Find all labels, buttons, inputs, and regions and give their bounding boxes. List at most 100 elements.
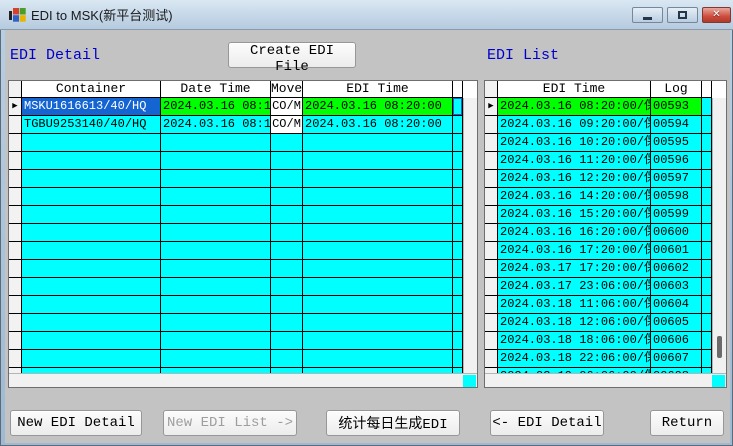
grid-cell[interactable] [161,188,271,206]
table-row[interactable]: 2024.03.18 11:06:00/保00604 [485,296,726,314]
grid-cell[interactable] [271,242,303,260]
table-row[interactable] [9,188,477,206]
grid-cell[interactable] [271,332,303,350]
grid-cell[interactable] [161,260,271,278]
table-row[interactable] [9,350,477,368]
grid-cell[interactable] [271,188,303,206]
grid-cell[interactable]: 2024.03.16 14:20:00/保 [498,188,651,206]
grid-cell[interactable] [303,296,453,314]
grid-cell[interactable]: 00601 [651,242,702,260]
daily-edi-stats-button[interactable]: 统计每日生成EDI [326,410,460,436]
table-row[interactable]: 2024.03.16 10:20:00/保00595 [485,134,726,152]
grid-cell[interactable]: 2024.03.16 10:20:00/保 [498,134,651,152]
grid-cell[interactable] [303,350,453,368]
grid-cell[interactable] [161,296,271,314]
grid-cell[interactable]: 00596 [651,152,702,170]
grid-cell[interactable] [303,170,453,188]
column-header[interactable]: Log [651,81,702,98]
grid-cell[interactable] [161,350,271,368]
table-row[interactable]: ▶2024.03.16 08:20:00/保00593 [485,98,726,116]
grid-cell[interactable]: 00595 [651,134,702,152]
grid-cell[interactable] [303,152,453,170]
grid-cell[interactable] [271,170,303,188]
grid-cell[interactable]: 00606 [651,332,702,350]
grid-cell[interactable] [161,242,271,260]
table-row[interactable]: 2024.03.18 22:06:00/保00607 [485,350,726,368]
grid-cell[interactable]: 00604 [651,296,702,314]
vertical-scrollbar[interactable] [463,98,477,374]
grid-cell[interactable] [161,332,271,350]
grid-cell[interactable]: 2024.03.16 15:20:00/保 [498,206,651,224]
grid-cell[interactable] [22,224,161,242]
grid-cell[interactable] [303,188,453,206]
grid-cell[interactable]: TGBU9253140/40/HQ [22,116,161,134]
grid-cell[interactable]: 2024.03.16 08:20:00 [303,116,453,134]
table-row[interactable]: 2024.03.16 12:20:00/保00597 [485,170,726,188]
new-edi-detail-button[interactable]: New EDI Detail [10,410,142,436]
table-row[interactable]: 2024.03.16 17:20:00/保00601 [485,242,726,260]
grid-cell[interactable]: 2024.03.16 09:20:00/保 [498,116,651,134]
create-edi-file-button[interactable]: Create EDI File [228,42,356,68]
maximize-button[interactable] [667,7,698,23]
table-row[interactable]: 2024.03.16 14:20:00/保00598 [485,188,726,206]
grid-cell[interactable] [303,332,453,350]
edi-detail-grid[interactable]: ContainerDate TimeMoveEDI Time ▶MSKU1616… [8,80,478,388]
grid-cell[interactable] [271,314,303,332]
grid-cell[interactable]: 00597 [651,170,702,188]
minimize-button[interactable] [632,7,663,23]
table-row[interactable]: 2024.03.18 12:06:00/保00605 [485,314,726,332]
grid-cell[interactable] [22,134,161,152]
grid-cell[interactable]: 2024.03.18 12:06:00/保 [498,314,651,332]
grid-cell[interactable] [303,224,453,242]
grid-cell[interactable]: 00599 [651,206,702,224]
scrollbar-thumb[interactable] [463,375,476,387]
grid-cell[interactable]: 00594 [651,116,702,134]
titlebar[interactable]: EDI to MSK(新平台测试) ✕ [0,0,733,30]
grid-cell[interactable] [271,260,303,278]
horizontal-scrollbar[interactable] [9,373,477,387]
table-row[interactable]: 2024.03.17 23:06:00/保00603 [485,278,726,296]
grid-cell[interactable] [271,224,303,242]
grid-cell[interactable] [22,278,161,296]
table-row[interactable] [9,134,477,152]
table-row[interactable]: 2024.03.16 09:20:00/保00594 [485,116,726,134]
table-row[interactable] [9,314,477,332]
table-row[interactable]: 2024.03.16 15:20:00/保00599 [485,206,726,224]
grid-cell[interactable]: 2024.03.18 11:06:00/保 [498,296,651,314]
table-row[interactable] [9,152,477,170]
grid-cell[interactable]: 2024.03.16 17:20:00/保 [498,242,651,260]
table-row[interactable] [9,206,477,224]
grid-cell[interactable] [22,332,161,350]
table-row[interactable] [9,242,477,260]
grid-cell[interactable] [161,134,271,152]
grid-cell[interactable] [22,188,161,206]
grid-cell[interactable] [22,242,161,260]
grid-cell[interactable]: 00602 [651,260,702,278]
grid-cell[interactable]: 00603 [651,278,702,296]
vertical-scrollbar[interactable] [712,98,726,374]
grid-cell[interactable] [271,278,303,296]
column-header[interactable]: Move [271,81,303,98]
grid-cell[interactable]: 2024.03.17 23:06:00/保 [498,278,651,296]
grid-cell[interactable]: CO/M [271,116,303,134]
grid-cell[interactable] [161,206,271,224]
table-row[interactable] [9,170,477,188]
scrollbar-thumb[interactable] [712,375,725,387]
table-row[interactable]: 2024.03.18 18:06:00/保00606 [485,332,726,350]
table-row[interactable] [9,260,477,278]
grid-cell[interactable] [161,278,271,296]
column-header[interactable]: Date Time [161,81,271,98]
grid-cell[interactable] [271,134,303,152]
grid-cell[interactable]: 2024.03.16 16:20:00/保 [498,224,651,242]
grid-cell[interactable] [161,152,271,170]
return-button[interactable]: Return [650,410,724,436]
table-row[interactable] [9,296,477,314]
grid-cell[interactable]: 00607 [651,350,702,368]
grid-cell[interactable] [22,152,161,170]
grid-cell[interactable]: 2024.03.18 22:06:00/保 [498,350,651,368]
grid-cell[interactable] [22,314,161,332]
grid-cell[interactable]: 00593 [651,98,702,116]
grid-cell[interactable] [303,314,453,332]
grid-cell[interactable]: CO/M [271,98,303,116]
grid-cell[interactable]: 2024.03.16 08:20:00 [303,98,453,116]
